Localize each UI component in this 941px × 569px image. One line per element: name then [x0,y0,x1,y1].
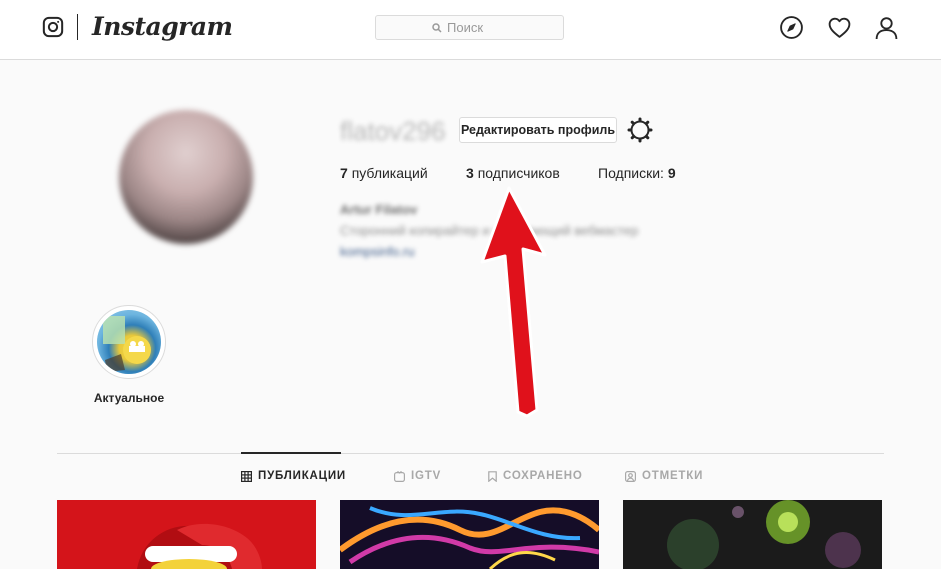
grid-icon [241,470,252,482]
post-thumbnail[interactable] [340,500,599,569]
stat-followers[interactable]: 3 подписчиков [466,165,560,182]
publications-count: 7 [340,165,348,181]
annotation-arrow [480,186,547,418]
profile-username: flatov296 [340,116,446,146]
heart-icon[interactable] [827,15,852,40]
tab-igtv[interactable]: IGTV [394,470,441,482]
tag-icon [625,470,636,482]
followers-label[interactable]: подписчиков [478,165,560,181]
tabs-divider [57,453,884,454]
highlight-label[interactable]: Актуальное [66,391,192,405]
tab-publications[interactable]: ПУБЛИКАЦИИ [241,470,346,482]
profile-full-name: Artur Filatov [340,202,418,217]
tab-tagged[interactable]: ОТМЕТКИ [625,470,703,482]
following-label[interactable]: Подписки: [598,165,664,181]
stat-following[interactable]: Подписки: 9 [598,165,676,182]
bookmark-icon [488,470,497,482]
tab-igtv-label[interactable]: IGTV [411,470,441,482]
profile-avatar[interactable] [119,110,253,244]
publications-label: публикаций [351,165,428,181]
stat-publications: 7 публикаций [340,165,428,182]
user-icon[interactable] [874,15,899,40]
tab-saved[interactable]: СОХРАНЕНО [488,470,583,482]
search-icon [432,22,442,33]
top-navigation-bar: Instagram [0,0,941,60]
search-bar[interactable] [375,15,564,40]
settings-gear-icon[interactable] [627,117,653,143]
logo-divider [77,14,78,40]
post-thumbnail[interactable] [623,500,882,569]
profile-bio: Сторонний копирайтер и начинающий вебмас… [340,223,639,238]
tab-saved-label[interactable]: СОХРАНЕНО [503,470,583,482]
profile-website-link[interactable]: kompsinfo.ru [340,244,414,259]
tab-publications-label[interactable]: ПУБЛИКАЦИИ [258,470,346,482]
highlight-cover-image [97,310,161,374]
following-count[interactable]: 9 [668,165,676,181]
compass-icon[interactable] [779,15,804,40]
story-highlight[interactable] [92,305,166,379]
igtv-icon [394,470,405,482]
active-tab-indicator [241,452,341,454]
tab-tagged-label[interactable]: ОТМЕТКИ [642,470,703,482]
followers-count[interactable]: 3 [466,165,474,181]
instagram-glyph-icon[interactable] [42,16,64,38]
instagram-wordmark[interactable]: Instagram [92,12,233,42]
edit-profile-button[interactable]: Редактировать профиль [459,117,617,143]
search-input[interactable] [447,20,507,35]
post-thumbnail[interactable] [57,500,316,569]
